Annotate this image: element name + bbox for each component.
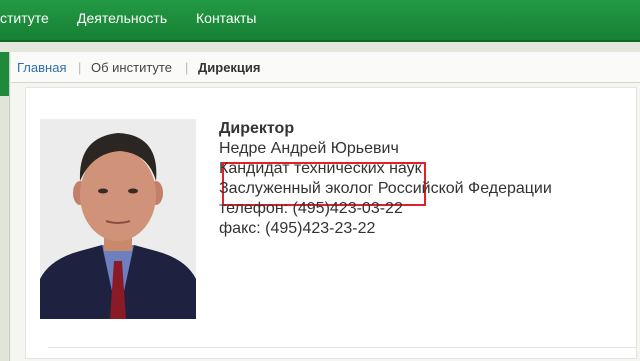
main-content: Главная | Об институте | Дирекция Директ… <box>11 52 640 361</box>
breadcrumb-separator: | <box>78 60 82 75</box>
sidebar-active-block[interactable] <box>0 52 9 96</box>
breadcrumb-separator: | <box>185 60 189 75</box>
breadcrumb-current: Дирекция <box>198 60 261 75</box>
left-sidebar <box>0 52 10 361</box>
breadcrumb-about-link[interactable]: Об институте <box>91 60 172 75</box>
header-stripe <box>0 42 640 52</box>
honorary-title: Заслуженный эколог Российской Федерации <box>219 180 552 197</box>
fax-number: факс: (495)423-23-22 <box>219 220 376 237</box>
top-navigation-bar: ституте Деятельность Контакты <box>0 0 640 42</box>
academic-degree: Кандидат технических наук <box>219 160 422 177</box>
phone-number: телефон: (495)423-03-22 <box>219 200 403 217</box>
nav-item-contacts[interactable]: Контакты <box>196 10 256 26</box>
director-card: Директор Недре Андрей Юрьевич Кандидат т… <box>25 87 637 359</box>
position-title: Директор <box>219 120 295 137</box>
nav-item-activity[interactable]: Деятельность <box>77 10 167 26</box>
section-divider <box>48 347 636 348</box>
breadcrumb-home-link[interactable]: Главная <box>17 60 66 75</box>
portrait-image <box>40 119 196 319</box>
breadcrumb: Главная | Об институте | Дирекция <box>11 52 640 83</box>
director-photo <box>40 119 196 319</box>
director-name: Недре Андрей Юрьевич <box>219 140 399 157</box>
nav-item-about-institute[interactable]: ституте <box>0 10 49 26</box>
